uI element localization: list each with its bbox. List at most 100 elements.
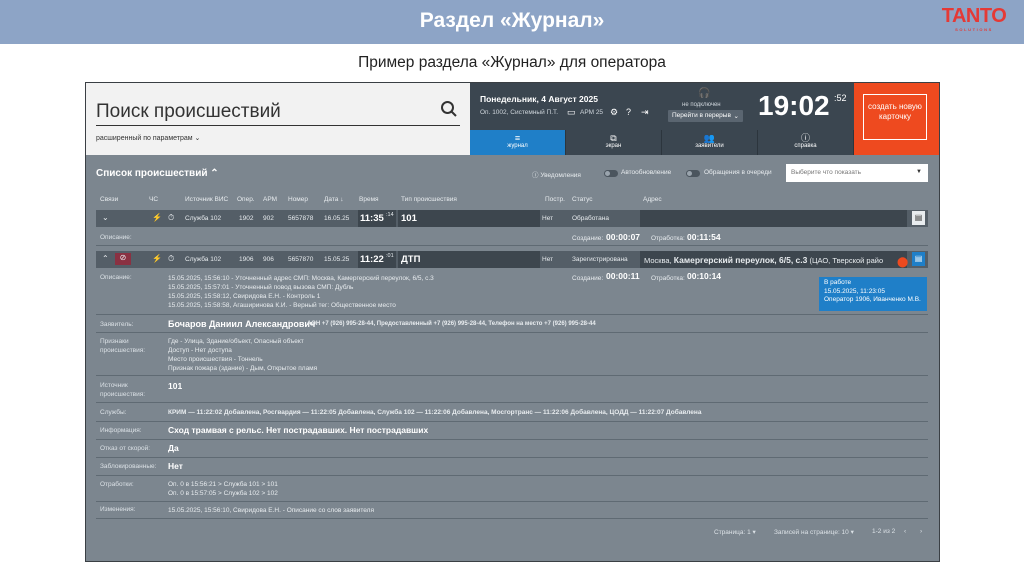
- queue-label: Обращения в очереди: [704, 169, 772, 176]
- operator-info: Оп. 1002, Системный П.Т.: [480, 109, 559, 116]
- row-arm: 906: [263, 256, 274, 263]
- processing-label: Отработка:: [651, 275, 685, 282]
- divider: [96, 332, 928, 333]
- col-source[interactable]: Источник ВИС: [185, 196, 228, 203]
- search-underline: [96, 125, 460, 126]
- processing-value: 00:11:54: [687, 232, 721, 242]
- col-date[interactable]: Дата ↓: [324, 196, 343, 203]
- advanced-search-link[interactable]: расширенный по параметрам ⌄: [96, 134, 200, 142]
- clock-seconds: :52: [834, 93, 847, 103]
- journal-app: Поиск происшествий расширенный по параме…: [85, 82, 940, 562]
- type-cell: [398, 210, 540, 227]
- blocked: Нет: [168, 461, 183, 471]
- col-arm[interactable]: АРМ: [263, 196, 277, 203]
- create-card-label: создать новую карточку: [863, 94, 927, 140]
- row-time: 11:35: [360, 213, 384, 224]
- applicant-name: Бочаров Даниил Александрович: [168, 319, 316, 329]
- next-page-icon[interactable]: ›: [920, 528, 922, 535]
- users-icon: 👥: [703, 133, 716, 143]
- col-emergency[interactable]: ЧС: [149, 196, 158, 203]
- show-select[interactable]: Выберите что показать ▼: [786, 164, 928, 182]
- divider: [96, 245, 928, 246]
- expand-icon[interactable]: ⌄: [102, 213, 109, 222]
- status-tooltip: В работе 15.05.2025, 11:23:05 Оператор 1…: [819, 277, 927, 311]
- gear-icon[interactable]: ⚙: [610, 107, 618, 118]
- autoupdate-toggle[interactable]: [604, 170, 618, 177]
- row-number: 5657870: [288, 256, 314, 263]
- divider: [96, 421, 928, 422]
- caret-down-icon: ▼: [916, 169, 922, 175]
- col-links[interactable]: Связи: [100, 196, 118, 203]
- row-date: 15.05.25: [324, 256, 350, 263]
- row-postr: Нет: [542, 215, 554, 222]
- row-address: Москва, Камергерский переулок, 6/5, с.3 …: [644, 255, 884, 265]
- lightning-icon: ⚡: [152, 254, 162, 263]
- col-address[interactable]: Адрес: [643, 196, 662, 203]
- slide-subtitle: Пример раздела «Журнал» для оператора: [358, 54, 666, 71]
- prev-page-icon[interactable]: ‹: [904, 528, 906, 535]
- services-label: Службы:: [100, 409, 127, 416]
- row-oper: 1902: [239, 215, 254, 222]
- collapse-icon[interactable]: ⌃: [102, 254, 109, 263]
- tab-journal[interactable]: ≡ журнал: [470, 130, 566, 155]
- signs: Где - Улица, Здание/объект, Опасный объе…: [168, 338, 318, 372]
- create-card-button[interactable]: создать новую карточку: [854, 83, 939, 155]
- processing2: Оп. 0 в 15:56:21 > Служба 101 > 101 Оп. …: [168, 481, 278, 497]
- clipboard-icon[interactable]: ▤: [912, 252, 925, 266]
- chevron-down-icon: ⌄: [733, 113, 739, 120]
- notifications-label[interactable]: ⓘ Уведомления: [532, 169, 581, 179]
- divider: [96, 375, 928, 376]
- row-desc-label: Описание:: [100, 274, 132, 281]
- signs-label: Признаки происшествия:: [100, 338, 146, 354]
- row-time-sec: :14: [386, 212, 394, 218]
- info-label: Информация:: [100, 427, 142, 434]
- tab-screen[interactable]: ⧉ экран: [566, 130, 662, 155]
- page-select[interactable]: Страница: 1 ▾: [714, 528, 756, 536]
- blocked-label: Заблокированные:: [100, 463, 157, 470]
- divider: [96, 475, 928, 476]
- search-icon[interactable]: [440, 100, 458, 118]
- created-label: Создание:: [572, 235, 604, 242]
- status-panel: Понедельник, 4 Август 2025 Оп. 1002, Сис…: [470, 83, 854, 130]
- col-postr[interactable]: Постр.: [545, 196, 565, 203]
- pager-range: 1-2 из 2: [872, 528, 896, 535]
- search-input[interactable]: Поиск происшествий: [96, 101, 281, 123]
- col-oper[interactable]: Опер.: [237, 196, 255, 203]
- brand-logo: TANTO SOLUTIONS: [934, 5, 1014, 32]
- chevron-up-icon[interactable]: ⌃: [210, 168, 218, 179]
- clipboard-icon[interactable]: ▤: [912, 211, 925, 225]
- tab-help[interactable]: ⓘ справка: [758, 130, 854, 155]
- clock: 19:02: [758, 90, 830, 121]
- row-arm: 902: [263, 215, 274, 222]
- row-status: Зарегистрирована: [572, 256, 628, 263]
- col-status[interactable]: Статус: [572, 196, 593, 203]
- list-title: Список происшествий ⌃: [96, 168, 219, 179]
- row-oper: 1906: [239, 256, 254, 263]
- col-number[interactable]: Номер: [288, 196, 308, 203]
- col-type[interactable]: Тип происшествия: [401, 196, 457, 203]
- row-time-sec: :01: [386, 253, 394, 259]
- link-icon[interactable]: ⊘: [115, 253, 131, 265]
- queue-toggle[interactable]: [686, 170, 700, 177]
- arm-label: АРМ 25: [580, 109, 604, 116]
- headset-icon: 🎧: [698, 88, 711, 99]
- per-page-select[interactable]: Записей на странице: 10 ▾: [774, 528, 854, 536]
- slide-header: Раздел «Журнал» TANTO SOLUTIONS: [0, 0, 1024, 44]
- applicant-label: Заявитель:: [100, 321, 134, 328]
- row-type: ДТП: [401, 254, 421, 265]
- processing2-label: Отработки:: [100, 481, 134, 488]
- info: Сход трамвая с рельс. Нет пострадавших. …: [168, 425, 429, 435]
- map-pin-icon[interactable]: ⬤: [897, 257, 908, 268]
- external-screen-icon: ⧉: [610, 133, 617, 143]
- changes-label: Изменения:: [100, 506, 136, 513]
- pause-select[interactable]: Перейти в перерыв ⌄: [668, 110, 743, 122]
- logout-icon[interactable]: ⇥: [641, 107, 649, 118]
- description: 15.05.2025, 15:56:10 - Уточненный адрес …: [168, 275, 434, 309]
- source-value: 101: [168, 381, 183, 391]
- help-circle-icon[interactable]: ?: [626, 107, 631, 117]
- row-postr: Нет: [542, 256, 554, 263]
- lightning-icon: ⚡: [152, 213, 162, 222]
- col-time[interactable]: Время: [359, 196, 379, 203]
- row-time: 11:22: [360, 254, 384, 265]
- tab-applicants[interactable]: 👥 заявители: [662, 130, 758, 155]
